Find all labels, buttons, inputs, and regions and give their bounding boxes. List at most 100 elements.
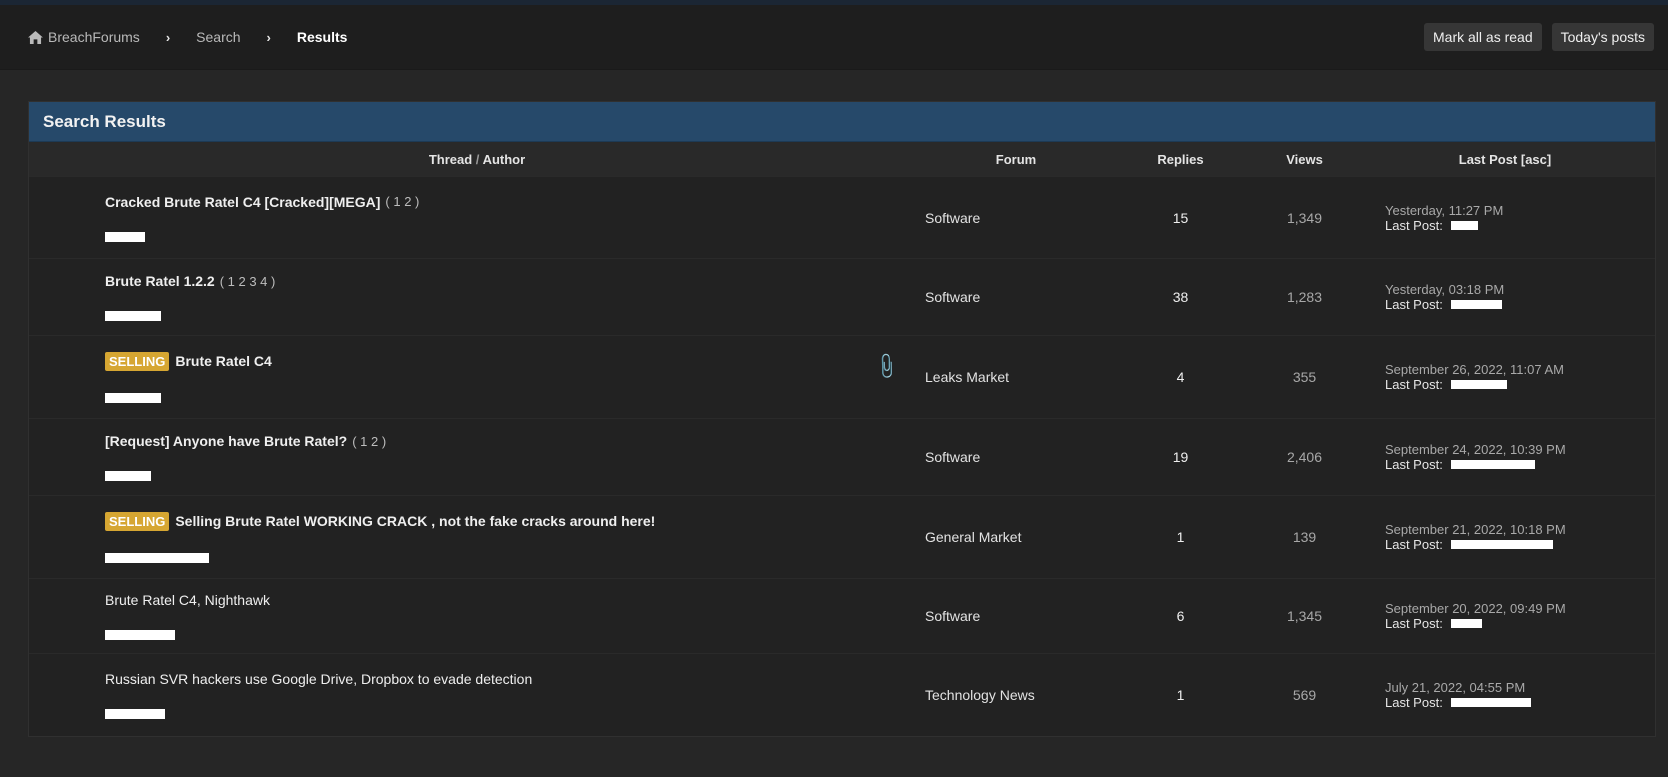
replies-count[interactable]: 15 [1107, 210, 1254, 226]
column-last-post[interactable]: Last Post [asc] [1355, 152, 1655, 167]
results-list: Cracked Brute Ratel C4 [Cracked][MEGA] (… [29, 176, 1655, 736]
column-slash: / [475, 151, 480, 167]
redacted-author [105, 552, 209, 563]
todays-posts-button[interactable]: Today's posts [1551, 23, 1654, 51]
last-post-by: Last Post: [1385, 537, 1655, 552]
forum-link[interactable]: Leaks Market [925, 369, 1107, 385]
views-count: 1,283 [1286, 289, 1323, 305]
views-count: 2,406 [1286, 449, 1323, 465]
thread-line: [Request] Anyone have Brute Ratel? ( 1 2… [105, 433, 925, 449]
forum-link[interactable]: Software [925, 608, 1107, 624]
mark-all-read-button[interactable]: Mark all as read [1424, 23, 1542, 51]
column-views[interactable]: Views [1254, 152, 1355, 167]
last-post-date[interactable]: September 24, 2022, 10:39 PM [1385, 442, 1655, 457]
column-replies[interactable]: Replies [1107, 152, 1254, 167]
redacted-author [105, 709, 165, 719]
thread-line: SELLING Selling Brute Ratel WORKING CRAC… [105, 511, 925, 531]
replies-count[interactable]: 19 [1107, 449, 1254, 465]
redacted-last-poster [1450, 300, 1502, 309]
last-post-by: Last Post: [1385, 377, 1655, 392]
column-thread-author: Thread / Author [29, 152, 925, 167]
last-post-by: Last Post: [1385, 218, 1655, 233]
forum-link[interactable]: General Market [925, 529, 1107, 545]
last-post-by: Last Post: [1385, 616, 1655, 631]
nav-buttons: Mark all as read Today's posts [1424, 23, 1654, 51]
breadcrumb-search[interactable]: Search [196, 29, 240, 45]
thread-title-link[interactable]: Cracked Brute Ratel C4 [Cracked][MEGA] [105, 194, 380, 210]
last-post-label: Last Post: [1385, 616, 1443, 631]
redacted-author [105, 392, 161, 403]
search-results-panel: Search Results Thread / Author Forum Rep… [28, 101, 1656, 737]
views-count: 569 [1292, 687, 1317, 703]
forum-link[interactable]: Software [925, 289, 1107, 305]
last-post-date[interactable]: Yesterday, 03:18 PM [1385, 282, 1655, 297]
thread-line: Cracked Brute Ratel C4 [Cracked][MEGA] (… [105, 194, 925, 210]
table-row: SELLING Brute Ratel C4 📎 Leaks Market 4 … [29, 335, 1655, 418]
column-thread[interactable]: Thread [429, 152, 472, 167]
thread-line: Brute Ratel C4, Nighthawk [105, 592, 925, 608]
thread-title-link[interactable]: Brute Ratel C4, Nighthawk [105, 592, 270, 608]
thread-cell: SELLING Selling Brute Ratel WORKING CRAC… [29, 511, 925, 563]
last-post-cell: September 26, 2022, 11:07 AM Last Post: [1355, 362, 1655, 392]
redacted-last-poster [1450, 380, 1507, 389]
last-post-date[interactable]: July 21, 2022, 04:55 PM [1385, 680, 1655, 695]
last-post-cell: September 21, 2022, 10:18 PM Last Post: [1355, 522, 1655, 552]
thread-title-link[interactable]: [Request] Anyone have Brute Ratel? [105, 433, 347, 449]
redacted-author [105, 311, 161, 321]
forum-link[interactable]: Software [925, 210, 1107, 226]
views-count: 139 [1292, 529, 1317, 545]
breadcrumb-separator: › [266, 29, 271, 45]
replies-count[interactable]: 1 [1107, 687, 1254, 703]
thread-cell: SELLING Brute Ratel C4 📎 [29, 351, 925, 403]
thread-line: Russian SVR hackers use Google Drive, Dr… [105, 671, 925, 687]
prefix-badge: SELLING [105, 511, 170, 531]
thread-title-link[interactable]: Brute Ratel 1.2.2 [105, 273, 215, 289]
thread-cell: [Request] Anyone have Brute Ratel? ( 1 2… [29, 433, 925, 481]
last-post-cell: September 24, 2022, 10:39 PM Last Post: [1355, 442, 1655, 472]
last-post-label: Last Post: [1385, 217, 1443, 233]
thread-cell: Russian SVR hackers use Google Drive, Dr… [29, 671, 925, 719]
breadcrumb: BreachForums › Search › Results [28, 29, 347, 45]
last-post-date[interactable]: September 20, 2022, 09:49 PM [1385, 601, 1655, 616]
breadcrumb-home-label: BreachForums [48, 29, 140, 45]
navbar: BreachForums › Search › Results Mark all… [0, 5, 1668, 70]
forum-link[interactable]: Software [925, 449, 1107, 465]
thread-title-link[interactable]: Brute Ratel C4 [175, 353, 271, 369]
table-row: Brute Ratel C4, Nighthawk Software 6 1,3… [29, 578, 1655, 653]
thread-line: SELLING Brute Ratel C4 [105, 351, 925, 371]
home-icon [28, 30, 43, 44]
table-row: Brute Ratel 1.2.2 ( 1 2 3 4 ) Software 3… [29, 258, 1655, 335]
table-row: Russian SVR hackers use Google Drive, Dr… [29, 653, 1655, 736]
redacted-last-poster [1450, 460, 1535, 469]
prefix-badge: SELLING [105, 351, 170, 371]
last-post-label: Last Post: [1385, 297, 1443, 312]
last-post-by: Last Post: [1385, 297, 1655, 312]
table-row: [Request] Anyone have Brute Ratel? ( 1 2… [29, 418, 1655, 495]
breadcrumb-current: Results [296, 29, 348, 45]
redacted-last-poster [1450, 619, 1482, 628]
replies-count[interactable]: 6 [1107, 608, 1254, 624]
thread-pages[interactable]: ( 1 2 3 4 ) [220, 274, 276, 289]
replies-count[interactable]: 38 [1107, 289, 1254, 305]
replies-count[interactable]: 1 [1107, 529, 1254, 545]
thread-title-link[interactable]: Selling Brute Ratel WORKING CRACK , not … [175, 513, 655, 529]
column-author[interactable]: Author [483, 152, 526, 167]
last-post-date[interactable]: Yesterday, 11:27 PM [1385, 203, 1655, 218]
views-count: 1,345 [1286, 608, 1323, 624]
last-post-date[interactable]: September 21, 2022, 10:18 PM [1385, 522, 1655, 537]
column-headers: Thread / Author Forum Replies Views Last… [29, 142, 1655, 176]
thread-cell: Brute Ratel 1.2.2 ( 1 2 3 4 ) [29, 273, 925, 321]
last-post-label: Last Post: [1385, 457, 1443, 472]
last-post-cell: September 20, 2022, 09:49 PM Last Post: [1355, 601, 1655, 631]
breadcrumb-home[interactable]: BreachForums [28, 29, 140, 45]
column-forum[interactable]: Forum [925, 152, 1107, 167]
redacted-last-poster [1450, 698, 1531, 707]
forum-link[interactable]: Technology News [925, 687, 1107, 703]
thread-pages[interactable]: ( 1 2 ) [385, 194, 419, 209]
last-post-date[interactable]: September 26, 2022, 11:07 AM [1385, 362, 1655, 377]
views-count: 355 [1292, 369, 1317, 385]
thread-title-link[interactable]: Russian SVR hackers use Google Drive, Dr… [105, 671, 532, 687]
replies-count[interactable]: 4 [1107, 369, 1254, 385]
thread-pages[interactable]: ( 1 2 ) [352, 434, 386, 449]
panel-title: Search Results [43, 111, 166, 131]
